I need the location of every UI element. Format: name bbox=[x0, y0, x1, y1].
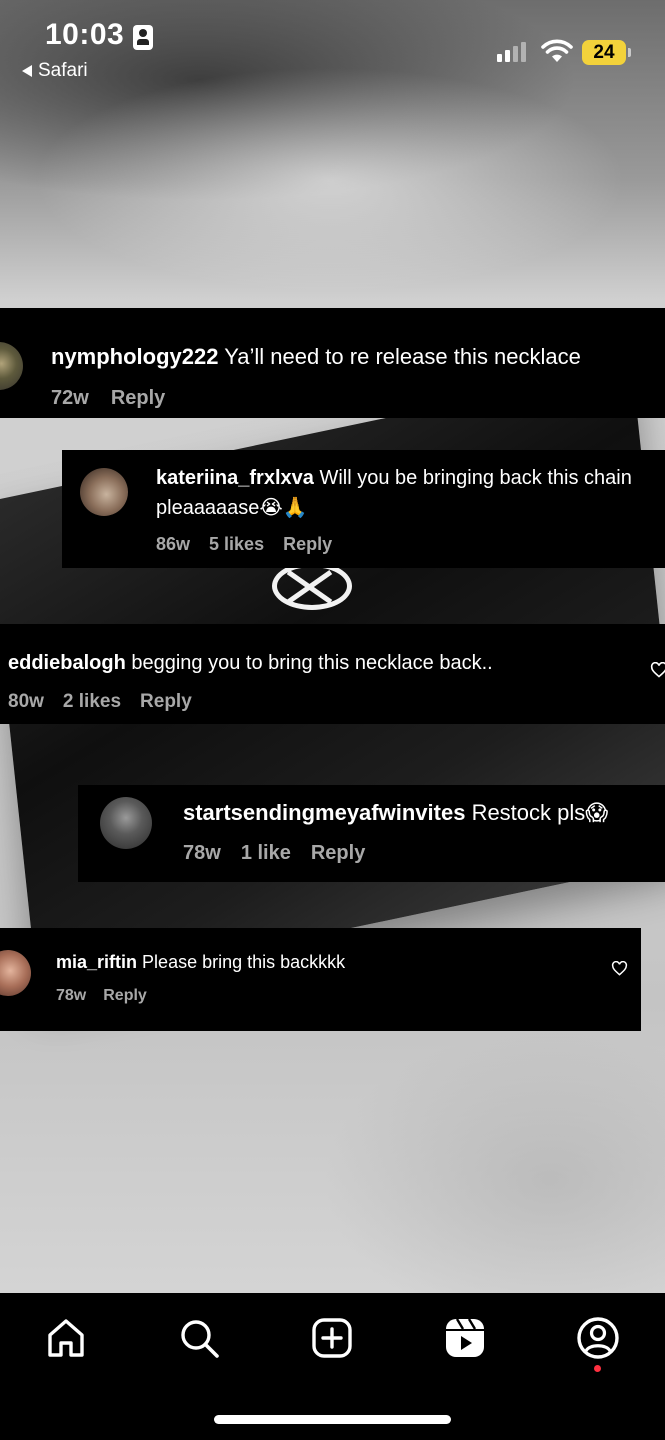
avatar[interactable] bbox=[80, 468, 128, 516]
comment-age: 78w bbox=[56, 987, 87, 1004]
comment-meta: 72w Reply bbox=[51, 387, 165, 410]
comment-card: nymphology222 Ya’ll need to re release t… bbox=[0, 308, 665, 418]
comment-meta: 86w 5 likes Reply bbox=[156, 534, 332, 555]
comment-text: nymphology222 Ya’ll need to re release t… bbox=[51, 344, 581, 370]
home-indicator[interactable] bbox=[214, 1415, 451, 1424]
tab-search[interactable] bbox=[174, 1313, 224, 1363]
cellular-signal-icon bbox=[497, 40, 526, 62]
status-time: 10:03 bbox=[45, 18, 125, 51]
avatar[interactable] bbox=[0, 342, 23, 390]
comment-text: eddiebalogh begging you to bring this ne… bbox=[8, 652, 493, 675]
comment-text: startsendingmeyafwinvites Restock pls😱 bbox=[183, 800, 608, 826]
comment-meta: 78w 1 like Reply bbox=[183, 842, 365, 865]
home-icon bbox=[48, 1319, 84, 1357]
search-icon bbox=[181, 1320, 219, 1358]
comment-body: begging you to bring this necklace back.… bbox=[131, 652, 493, 674]
comment-body: Ya’ll need to re release this necklace bbox=[224, 344, 581, 369]
like-heart-icon[interactable] bbox=[650, 662, 665, 678]
comment-username[interactable]: mia_riftin bbox=[56, 952, 137, 972]
comment-likes[interactable]: 2 likes bbox=[63, 691, 121, 713]
comment-age: 86w bbox=[156, 534, 191, 554]
back-app-label: Safari bbox=[38, 60, 88, 81]
reply-button[interactable]: Reply bbox=[103, 987, 147, 1005]
comment-text: kateriina_frxlxva Will you be bringing b… bbox=[156, 467, 632, 490]
status-bar: 10:03 Safari 24 bbox=[0, 0, 665, 100]
comment-card: mia_riftin Please bring this backkkk 78w… bbox=[0, 928, 641, 1031]
comment-card: kateriina_frxlxva Will you be bringing b… bbox=[62, 450, 665, 568]
avatar[interactable] bbox=[0, 950, 31, 996]
tab-reels[interactable] bbox=[440, 1313, 490, 1363]
tab-profile[interactable] bbox=[573, 1313, 623, 1363]
battery-indicator: 24 bbox=[582, 40, 631, 65]
comment-username[interactable]: nymphology222 bbox=[51, 344, 218, 369]
reply-button[interactable]: Reply bbox=[140, 691, 192, 713]
create-post-icon bbox=[312, 1318, 352, 1358]
comment-body: Please bring this backkkk bbox=[142, 952, 346, 972]
profile-icon bbox=[577, 1317, 619, 1359]
reply-button[interactable]: Reply bbox=[311, 842, 365, 865]
avatar[interactable] bbox=[100, 797, 152, 849]
reels-icon bbox=[446, 1318, 484, 1357]
back-arrow-icon bbox=[22, 65, 32, 77]
comment-card: startsendingmeyafwinvites Restock pls😱 7… bbox=[78, 785, 665, 882]
profile-notification-dot bbox=[594, 1365, 601, 1372]
comment-username[interactable]: kateriina_frxlxva bbox=[156, 467, 314, 489]
back-to-safari-button[interactable]: Safari bbox=[22, 60, 88, 82]
comment-meta: 80w 2 likes Reply bbox=[8, 691, 192, 713]
wifi-icon bbox=[541, 39, 573, 62]
tab-home[interactable] bbox=[41, 1313, 91, 1363]
comment-body: Restock pls😱 bbox=[471, 800, 609, 825]
comment-likes[interactable]: 1 like bbox=[241, 842, 291, 865]
box-logo bbox=[272, 562, 352, 610]
comment-username[interactable]: startsendingmeyafwinvites bbox=[183, 800, 465, 825]
comment-card: eddiebalogh begging you to bring this ne… bbox=[0, 624, 665, 724]
comment-text: mia_riftin Please bring this backkkk bbox=[56, 952, 345, 973]
reply-button[interactable]: Reply bbox=[283, 534, 332, 555]
reply-button[interactable]: Reply bbox=[111, 387, 165, 410]
like-heart-icon[interactable] bbox=[611, 961, 628, 976]
comment-text-continued: pleaaaaase😭🙏 bbox=[156, 497, 308, 519]
id-card-icon bbox=[133, 25, 153, 50]
comment-likes[interactable]: 5 likes bbox=[209, 534, 264, 555]
comment-age: 72w bbox=[51, 387, 89, 409]
comment-age: 78w bbox=[183, 842, 221, 864]
comment-meta: 78w Reply bbox=[56, 987, 147, 1005]
tab-create[interactable] bbox=[307, 1313, 357, 1363]
comment-body: Will you be bringing back this chain bbox=[319, 467, 632, 489]
comment-username[interactable]: eddiebalogh bbox=[8, 652, 126, 674]
comment-age: 80w bbox=[8, 691, 44, 712]
